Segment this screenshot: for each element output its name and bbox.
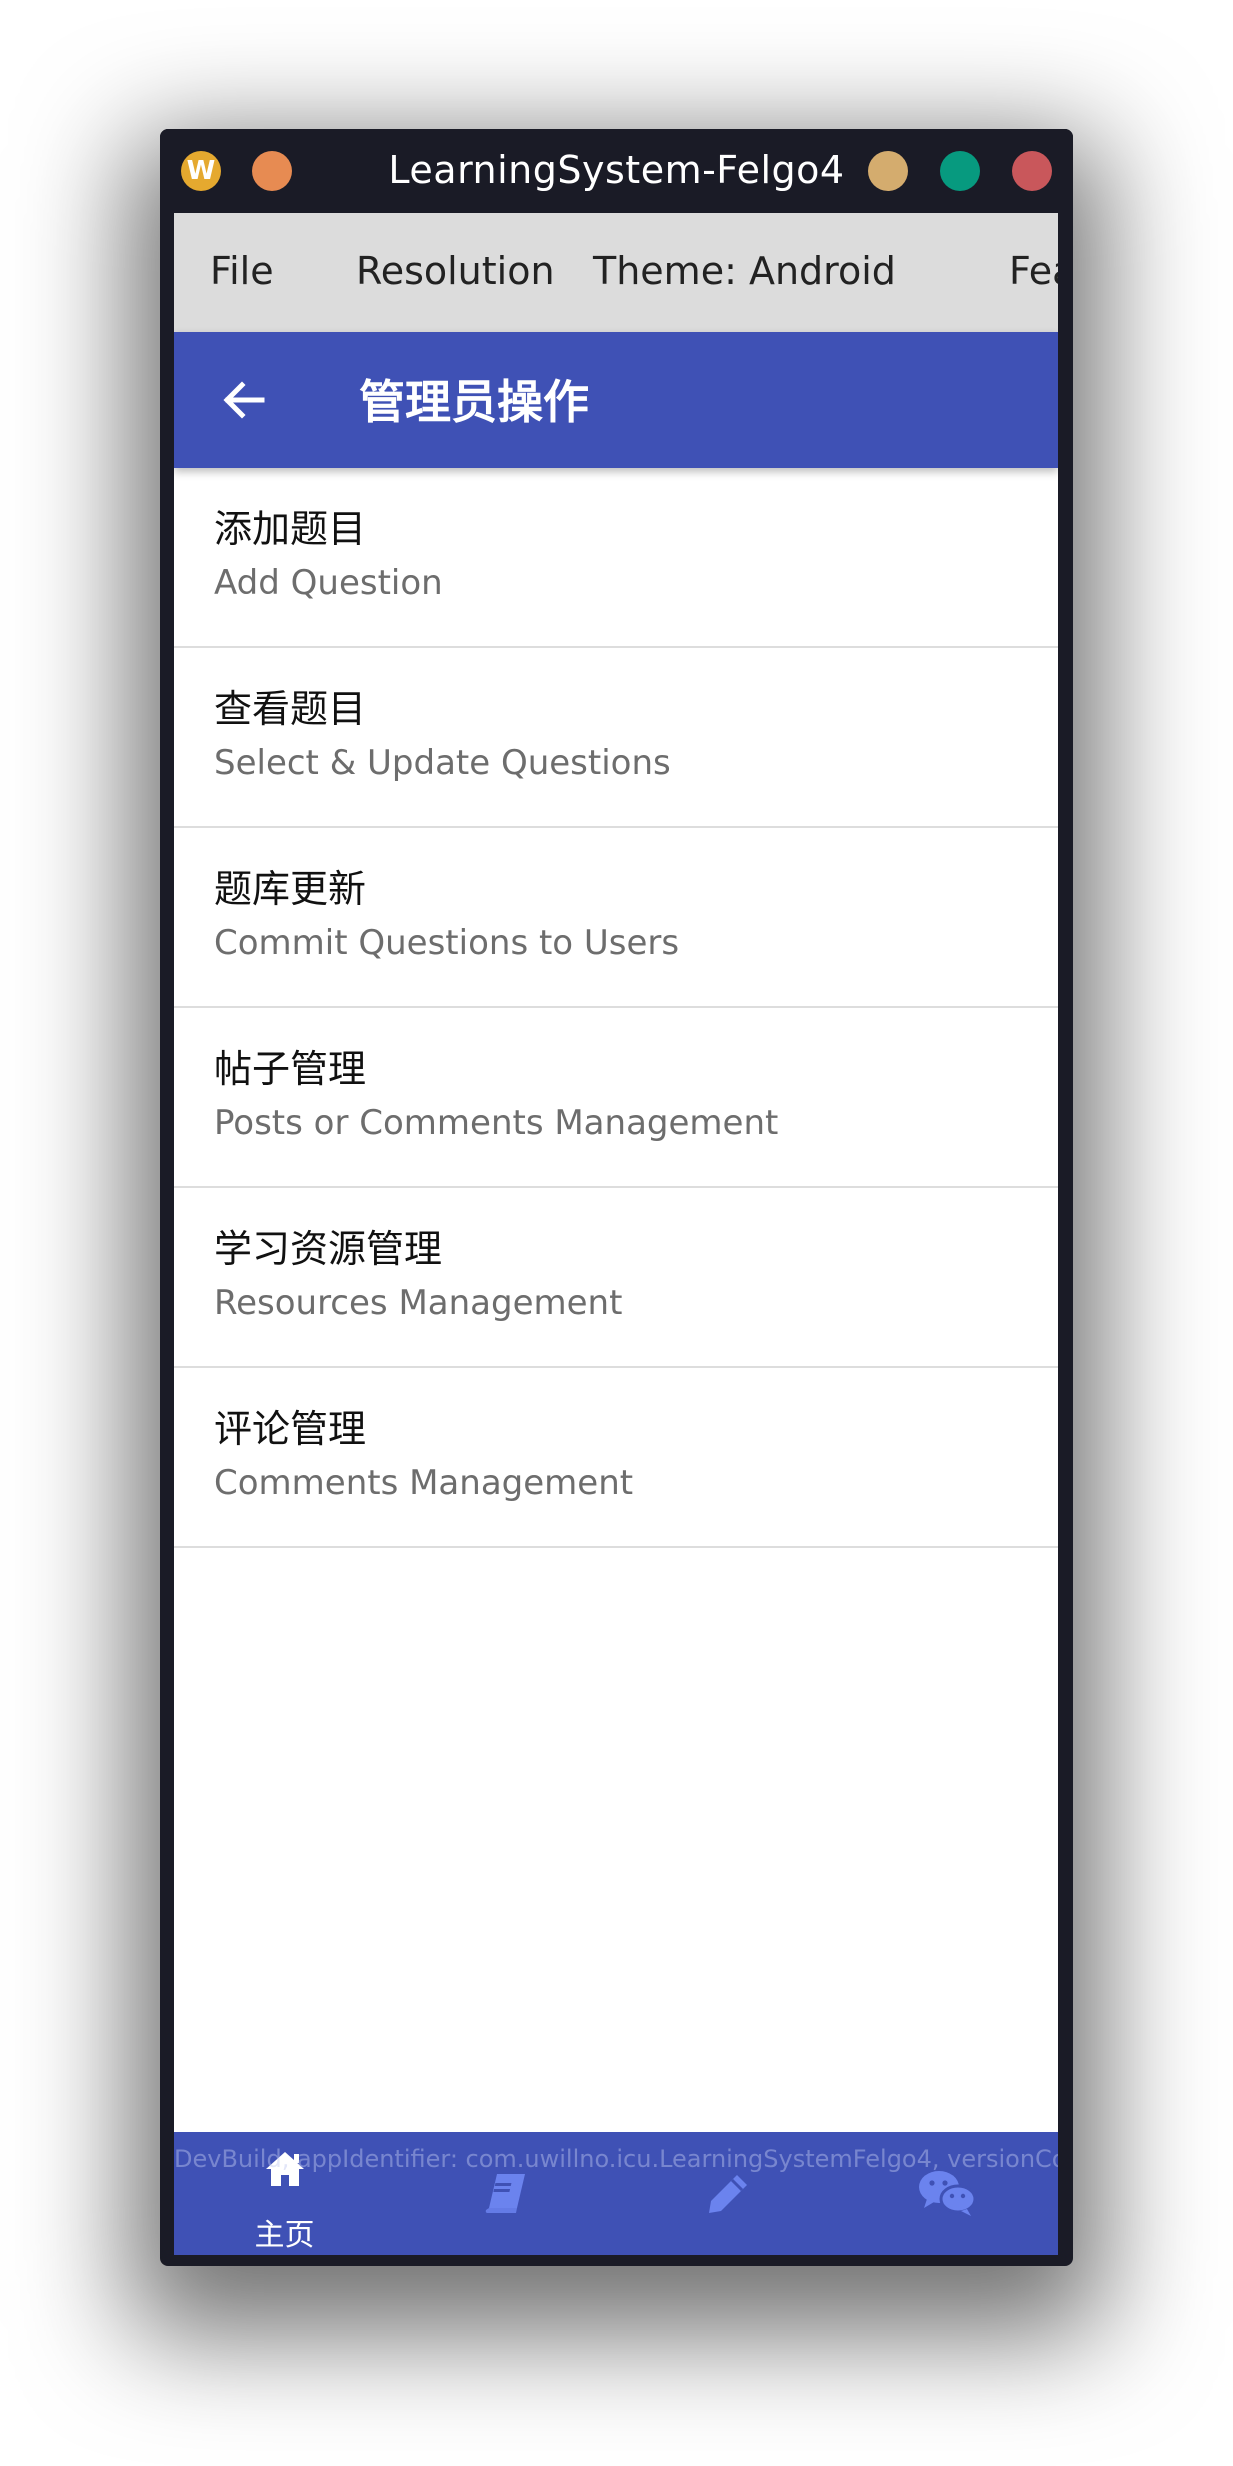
list-item-subtitle: Posts or Comments Management xyxy=(214,1103,779,1143)
list-item-title: 学习资源管理 xyxy=(214,1227,443,1271)
list-item-title: 添加题目 xyxy=(214,507,367,551)
arrow-left-icon xyxy=(223,381,265,419)
devbuild-watermark: DevBuild, appIdentifier: com.uwillno.icu… xyxy=(174,2145,1058,2173)
window-title: LearningSystem-Felgo4 xyxy=(388,148,845,192)
tab-home-label: 主页 xyxy=(254,2218,315,2253)
list-item-commit-questions[interactable]: 题库更新 Commit Questions to Users xyxy=(174,828,1058,1008)
app-bar: 管理员操作 xyxy=(174,332,1058,468)
admin-actions-list: 添加题目 Add Question 查看题目 Select & Update Q… xyxy=(174,468,1058,1548)
list-item-title: 评论管理 xyxy=(214,1407,367,1451)
menu-theme[interactable]: Theme: Android xyxy=(593,249,896,293)
list-item-view-questions[interactable]: 查看题目 Select & Update Questions xyxy=(174,648,1058,828)
wechat-icon xyxy=(919,2171,977,2216)
page-title: 管理员操作 xyxy=(359,375,589,429)
list-item-subtitle: Commit Questions to Users xyxy=(214,923,680,963)
title-bar[interactable]: W LearningSystem-Felgo4 xyxy=(160,129,1073,213)
list-item-title: 题库更新 xyxy=(214,867,367,911)
menu-bar: File Resolution Theme: Android Features xyxy=(174,213,1058,332)
list-item-subtitle: Add Question xyxy=(214,563,443,603)
list-item-subtitle: Resources Management xyxy=(214,1283,623,1323)
list-item-subtitle: Comments Management xyxy=(214,1463,634,1503)
menu-features[interactable]: Features xyxy=(1009,249,1058,293)
list-item-comments-management[interactable]: 评论管理 Comments Management xyxy=(174,1368,1058,1548)
book-icon xyxy=(485,2174,525,2213)
pencil-icon xyxy=(709,2175,747,2213)
list-item-title: 查看题目 xyxy=(214,687,367,731)
list-item-title: 帖子管理 xyxy=(214,1047,367,1091)
back-button[interactable] xyxy=(214,370,274,430)
list-item-add-question[interactable]: 添加题目 Add Question xyxy=(174,468,1058,648)
menu-file[interactable]: File xyxy=(210,249,274,293)
app-content: File Resolution Theme: Android Features … xyxy=(174,213,1058,2255)
app-window: W LearningSystem-Felgo4 File Resolution … xyxy=(160,129,1073,2266)
menu-resolution[interactable]: Resolution xyxy=(356,249,555,293)
list-item-posts-management[interactable]: 帖子管理 Posts or Comments Management xyxy=(174,1008,1058,1188)
list-item-subtitle: Select & Update Questions xyxy=(214,743,671,783)
list-item-resources-management[interactable]: 学习资源管理 Resources Management xyxy=(174,1188,1058,1368)
minimize-button[interactable] xyxy=(868,151,908,191)
close-button[interactable] xyxy=(1012,151,1052,191)
maximize-button[interactable] xyxy=(940,151,980,191)
